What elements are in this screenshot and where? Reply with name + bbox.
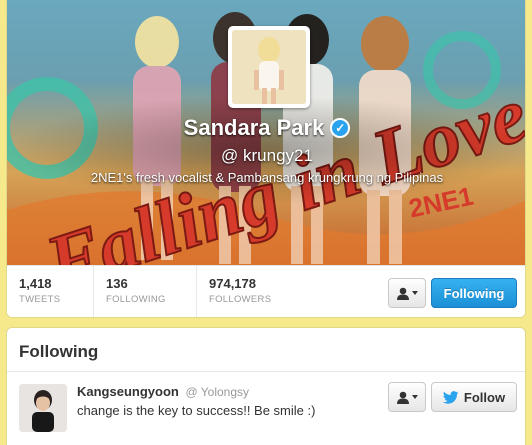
stat-tweets-value: 1,418 — [19, 276, 52, 291]
stat-followers[interactable]: 974,178 FOLLOWERS — [197, 266, 307, 317]
user-name-line: Kangseungyoon @ Yolongsy — [77, 384, 249, 399]
stat-following-value: 136 — [106, 276, 128, 291]
profile-avatar-image — [232, 30, 306, 104]
stat-followers-label: FOLLOWERS — [209, 294, 272, 305]
following-panel: Following Kangseungyoon @ Yolongsy chang… — [6, 327, 526, 445]
profile-stats-bar: 1,418 TWEETS 136 FOLLOWING 974,178 FOLLO… — [7, 265, 525, 317]
profile-photo — [232, 30, 306, 104]
following-button[interactable]: Following — [431, 278, 517, 308]
profile-bio: 2NE1's fresh vocalist & Pambansang krung… — [90, 170, 444, 185]
person-icon — [397, 287, 409, 300]
person-icon — [397, 391, 409, 404]
profile-banner: Falling in Love 2NE1 Sandara Park ✓ — [7, 0, 525, 265]
twitter-bird-icon — [442, 390, 459, 404]
stat-tweets-label: TWEETS — [19, 294, 61, 305]
stat-following-label: FOLLOWING — [106, 294, 166, 305]
stat-following[interactable]: 136 FOLLOWING — [94, 266, 197, 317]
stat-followers-value: 974,178 — [209, 276, 256, 291]
user-full-name[interactable]: Kangseungyoon — [77, 384, 179, 399]
profile-avatar[interactable] — [228, 26, 310, 108]
caret-down-icon — [412, 291, 418, 295]
follow-button[interactable]: Follow — [431, 382, 517, 412]
caret-down-icon — [412, 395, 418, 399]
display-name-text: Sandara Park — [183, 115, 325, 140]
profile-user-actions-button[interactable] — [388, 278, 426, 308]
following-panel-title: Following — [7, 328, 525, 372]
avatar[interactable] — [19, 384, 67, 432]
user-screen-name[interactable]: @ Yolongsy — [185, 385, 249, 399]
profile-screen-name[interactable]: @ krungy21 — [7, 146, 525, 166]
stat-tweets[interactable]: 1,418 TWEETS — [7, 266, 94, 317]
list-item: Kangseungyoon @ Yolongsy change is the k… — [7, 372, 525, 445]
verified-check-icon: ✓ — [330, 118, 351, 138]
user-actions-button[interactable] — [388, 382, 426, 412]
user-avatar-image — [19, 384, 67, 432]
profile-card: Falling in Love 2NE1 Sandara Park ✓ — [6, 0, 526, 318]
profile-display-name: Sandara Park ✓ — [7, 115, 525, 141]
user-bio: change is the key to success!! Be smile … — [77, 403, 316, 418]
follow-button-label: Follow — [463, 389, 506, 405]
